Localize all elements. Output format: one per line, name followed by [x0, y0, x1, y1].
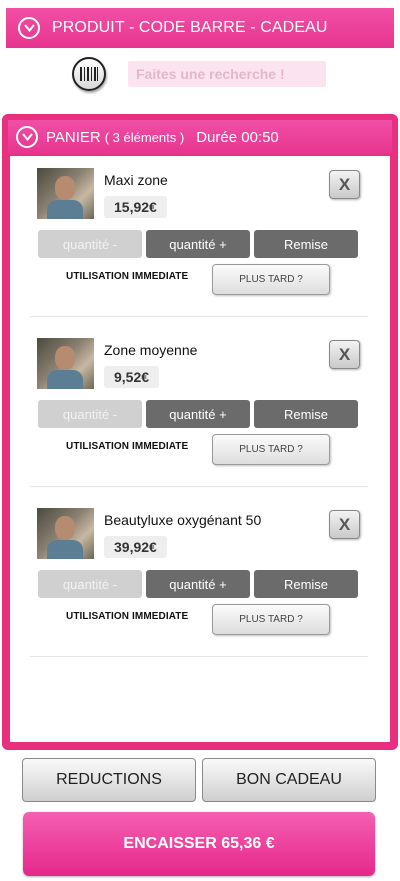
product-photo — [37, 508, 94, 559]
item-name: Maxi zone — [104, 172, 168, 188]
quantity-minus-button[interactable]: quantité - — [38, 230, 142, 258]
gift-card-button[interactable]: BON CADEAU — [202, 758, 376, 802]
section-title: PRODUIT - CODE BARRE - CADEAU — [52, 19, 328, 36]
immediate-use-label: UTILISATION IMMEDIATE — [66, 611, 189, 622]
cart-item: Maxi zone 15,92€ X quantité - quantité +… — [10, 156, 390, 317]
discount-button[interactable]: Remise — [254, 400, 358, 428]
cart-item: Beautyluxe oxygénant 50 39,92€ X quantit… — [10, 496, 390, 657]
item-divider — [30, 656, 368, 657]
cart-item-count: ( 3 éléments ) — [104, 129, 185, 145]
item-actions: quantité - quantité + Remise — [38, 230, 358, 258]
item-divider — [30, 316, 368, 317]
cart-title: PANIER — [46, 128, 101, 146]
item-price: 15,92€ — [104, 196, 167, 218]
remove-item-button[interactable]: X — [329, 510, 360, 539]
quantity-plus-button[interactable]: quantité + — [146, 400, 250, 428]
item-name: Zone moyenne — [104, 342, 198, 358]
item-price: 9,52€ — [104, 366, 160, 388]
chevron-down-icon[interactable] — [16, 126, 38, 148]
cart-item: Zone moyenne 9,52€ X quantité - quantité… — [10, 326, 390, 487]
item-divider — [30, 486, 368, 487]
cart-header[interactable]: PANIER ( 3 éléments ) Durée 00:50 — [8, 120, 392, 154]
checkout-button[interactable]: ENCAISSER 65,36 € — [23, 812, 375, 876]
reductions-button[interactable]: REDUCTIONS — [22, 758, 196, 802]
immediate-use-label: UTILISATION IMMEDIATE — [66, 271, 189, 282]
cart-panel: PANIER ( 3 éléments ) Durée 00:50 Maxi z… — [2, 114, 398, 750]
later-button[interactable]: PLUS TARD ? — [212, 604, 330, 635]
quantity-minus-button[interactable]: quantité - — [38, 400, 142, 428]
product-photo — [37, 168, 94, 219]
discount-button[interactable]: Remise — [254, 570, 358, 598]
chevron-down-icon[interactable] — [18, 17, 40, 39]
search-row — [0, 55, 400, 95]
barcode-scan-button[interactable] — [72, 57, 106, 91]
search-input[interactable] — [128, 61, 326, 87]
cart-duration: Durée 00:50 — [196, 128, 279, 146]
remove-item-button[interactable]: X — [329, 340, 360, 369]
item-actions: quantité - quantité + Remise — [38, 400, 358, 428]
product-photo — [37, 338, 94, 389]
product-barcode-gift-header[interactable]: PRODUIT - CODE BARRE - CADEAU — [6, 8, 394, 48]
quantity-minus-button[interactable]: quantité - — [38, 570, 142, 598]
quantity-plus-button[interactable]: quantité + — [146, 230, 250, 258]
item-name: Beautyluxe oxygénant 50 — [104, 512, 262, 528]
immediate-use-label: UTILISATION IMMEDIATE — [66, 441, 189, 452]
later-button[interactable]: PLUS TARD ? — [212, 434, 330, 465]
remove-item-button[interactable]: X — [329, 170, 360, 199]
cart-items-list: Maxi zone 15,92€ X quantité - quantité +… — [10, 156, 390, 742]
barcode-icon — [80, 67, 98, 81]
discount-button[interactable]: Remise — [254, 230, 358, 258]
item-actions: quantité - quantité + Remise — [38, 570, 358, 598]
quantity-plus-button[interactable]: quantité + — [146, 570, 250, 598]
later-button[interactable]: PLUS TARD ? — [212, 264, 330, 295]
item-price: 39,92€ — [104, 536, 167, 558]
